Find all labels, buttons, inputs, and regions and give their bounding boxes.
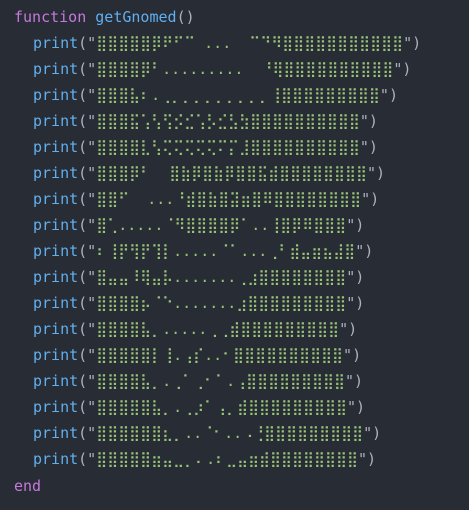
close-quote-paren: ") (343, 346, 362, 364)
open-paren-quote: (" (78, 138, 97, 156)
ascii-art-string: ⣿⣿⣿⡿⠃ ⣿⣷⡿⣿⣷⡿⣿⣿⣯⣾⣿⣿⣿⣿⣿⣿⣿⣿ (96, 164, 367, 182)
keyword-end: end (14, 477, 42, 495)
close-quote-paren: ") (346, 216, 365, 234)
print-call: print (33, 34, 79, 52)
ascii-art-string: ⣿⣤⣤⠸⢿⣤⡧.......⢀⣰⣿⣿⣿⣿⣿⣿⣿⣿ (96, 268, 347, 286)
close-quote-paren: ") (379, 86, 398, 104)
print-line: print("⣿⣿⣿⣿⣧⡀.⢀⠁⢀⠂⠁.⢠⣿⣿⣿⣿⣿⣿⣿⣿⣿") (33, 368, 363, 394)
print-call: print (33, 138, 79, 156)
print-call: print (33, 346, 79, 364)
print-line: print("⣿⣿⣿⣿⣿⣿⣆⡀..⠈⠂..⠠⢘⣿⣿⣿⣿⣿⣿⣿⣿⣿") (33, 420, 381, 446)
print-line: print("⣿⣿⣿⣿⡦⠈⠑.......⣰⣿⣿⣿⣿⣿⣿⣿⣿⣿") (33, 290, 364, 316)
open-paren-quote: (" (78, 216, 97, 234)
close-quote-paren: ") (359, 112, 378, 130)
print-line: print("⣿⣿⠋ ...⠘⣾⣿⣷⣿⣽⣶⣿⠿⣿⣿⣿⣿⣿⣿⣿⣿") (33, 186, 379, 212)
close-quote-paren: ") (346, 294, 365, 312)
parens: () (176, 8, 195, 26)
close-quote-paren: ") (346, 398, 366, 416)
open-paren-quote: (" (78, 60, 97, 78)
print-call: print (33, 190, 79, 208)
print-call: print (33, 268, 79, 286)
print-line: print("⣿⣿⣿⣿⣿⡇⢸.⢠⡎..⠂⣿⣿⣿⣿⣿⣿⣿⣿⣿⣿") (33, 342, 361, 368)
print-call: print (33, 164, 79, 182)
close-quote-paren: ") (361, 190, 380, 208)
ascii-art-string: ⣿⣿⣿⣿⣿⣿⣆⡀..⠈⠂..⠠⢘⣿⣿⣿⣿⣿⣿⣿⣿⣿ (96, 424, 364, 442)
print-call: print (33, 112, 79, 130)
end-line: end (14, 473, 41, 499)
print-line: print("⣿⣿⣿⣿⡿⠃......... ⠘⢿⣿⣿⣿⣿⣿⣿⣿⣿⣿⣿") (33, 56, 411, 82)
open-paren-quote: (" (78, 112, 97, 130)
print-call: print (33, 216, 79, 234)
ascii-art-string: ⣿⣿⣿⣿⡦⠈⠑.......⣰⣿⣿⣿⣿⣿⣿⣿⣿⣿ (96, 294, 347, 312)
print-call: print (33, 398, 79, 416)
close-quote-paren: ") (393, 60, 412, 78)
close-quote-paren: ") (359, 138, 378, 156)
ascii-art-string: ⣿⣿⣿⣿⣿⣶⣤⣀⡀⠄.⠆⣀⣤⣶⣾⣿⣿⣿⣿⣿⣿⣿⣿ (96, 450, 358, 468)
print-line: print("⣿⣿⣿⣿⣧⡀.....⢀⢀⣾⣿⣿⣿⣿⣿⣿⣿⣿⣿") (33, 316, 357, 342)
ascii-art-string: ⣿⢁.....⠈⠻⣿⣿⣿⣿⡿⠁..⢸⣿⡿⠿⣿⣿⣿ (96, 216, 347, 234)
ascii-art-string: ⣿⣿⣿⣿⣇⢣⢍⢍⢍⢍⢍⠍⡍⣸⣿⣿⣿⣿⣿⣿⣿⣿⣿⣿ (96, 138, 360, 156)
ascii-art-string: ⣿⣿⣿⣿⣧⡀.⢀⠁⢀⠂⠁.⢠⣿⣿⣿⣿⣿⣿⣿⣿⣿ (96, 372, 345, 390)
open-paren-quote: (" (78, 86, 97, 104)
print-line: print("⣿⣿⣿⣿⣿⣧⡀.⢀⡰⠁⢠⡀⣾⣿⣿⣿⣿⣿⣿⣿⣿⣿") (33, 394, 365, 420)
print-line: print("⣿⣿⣿⣯⢡⢣⢫⡪⣊⢡⡣⣊⣣⣳⣿⣿⣿⣿⣿⣿⣿⣿⣿⣿") (33, 108, 378, 134)
ascii-art-string: ⠆⢸⡟⢻⡟⢹⡇.....⠈⠁...⢀⠃⣾⣤⣶⣦⣼⣿ (96, 242, 356, 260)
close-quote-paren: ") (366, 164, 386, 182)
print-line: print("⣿⣿⣿⣿⣿⣶⣤⣀⡀⠄.⠆⣀⣤⣶⣾⣿⣿⣿⣿⣿⣿⣿⣿") (33, 446, 376, 472)
print-call: print (33, 320, 79, 338)
ascii-art-string: ⣿⣿⣿⣿⡿⠃......... ⠘⢿⣿⣿⣿⣿⣿⣿⣿⣿⣿⣿ (96, 60, 394, 78)
open-paren-quote: (" (78, 34, 97, 52)
close-quote-paren: ") (339, 320, 358, 338)
print-line: print("⣿⣿⣿⡿⠃ ⣿⣷⡿⣿⣷⡿⣿⣿⣯⣾⣿⣿⣿⣿⣿⣿⣿⣿") (33, 160, 385, 186)
keyword-function: function (14, 8, 87, 26)
ascii-art-string: ⣿⣿⣿⣿⣿⣧⡀.⢀⡰⠁⢠⡀⣾⣿⣿⣿⣿⣿⣿⣿⣿⣿ (96, 398, 347, 416)
ascii-art-string: ⣿⣿⣿⣿⣧⡀.....⢀⢀⣾⣿⣿⣿⣿⣿⣿⣿⣿⣿ (96, 320, 340, 338)
close-quote-paren: ") (355, 242, 374, 260)
print-call: print (33, 242, 79, 260)
open-paren-quote: (" (78, 294, 97, 312)
print-line: print("⣿⣿⣿⣿⣇⢣⢍⢍⢍⢍⢍⠍⡍⣸⣿⣿⣿⣿⣿⣿⣿⣿⣿⣿") (33, 134, 378, 160)
open-paren-quote: (" (78, 268, 97, 286)
print-call: print (33, 86, 79, 104)
print-call: print (33, 450, 79, 468)
ascii-art-string: ⣿⣿⣿⣧⠆.⢀⡀⡀⡀⡀⡀⡀⡀⡀⡀⢸⣿⣿⣿⣿⣿⣿⣿⣿⣿ (96, 86, 380, 104)
print-call: print (33, 60, 79, 78)
function-declaration: function getGnomed() (14, 4, 195, 30)
close-quote-paren: ") (345, 372, 364, 390)
code-editor[interactable]: function getGnomed() print("⣿⣿⣿⣿⣿⡿⠟⠋⠉ ..… (0, 0, 469, 510)
ascii-art-string: ⣿⣿⣿⣿⣿⡿⠟⠋⠉ ... ⠉⠙⠻⣿⣿⣿⣿⣿⣿⣿⣿⣿⣿⣿ (96, 34, 404, 52)
open-paren-quote: (" (78, 242, 97, 260)
ascii-art-string: ⣿⣿⣿⣿⣿⡇⢸.⢠⡎..⠂⣿⣿⣿⣿⣿⣿⣿⣿⣿⣿ (96, 346, 344, 364)
print-call: print (33, 294, 79, 312)
close-quote-paren: ") (403, 34, 422, 52)
print-call: print (33, 424, 79, 442)
open-paren-quote: (" (78, 320, 97, 338)
print-line: print("⠆⢸⡟⢻⡟⢹⡇.....⠈⠁...⢀⠃⣾⣤⣶⣦⣼⣿") (33, 238, 373, 264)
open-paren-quote: (" (78, 346, 97, 364)
open-paren-quote: (" (78, 164, 97, 182)
print-call: print (33, 372, 79, 390)
ascii-art-string: ⣿⣿⠋ ...⠘⣾⣿⣷⣿⣽⣶⣿⠿⣿⣿⣿⣿⣿⣿⣿⣿ (96, 190, 362, 208)
open-paren-quote: (" (78, 450, 97, 468)
open-paren-quote: (" (78, 372, 97, 390)
print-line: print("⣿⣤⣤⠸⢿⣤⡧.......⢀⣰⣿⣿⣿⣿⣿⣿⣿⣿") (33, 264, 364, 290)
open-paren-quote: (" (78, 424, 97, 442)
open-paren-quote: (" (78, 190, 97, 208)
close-quote-paren: ") (363, 424, 382, 442)
function-name: getGnomed (95, 8, 177, 26)
close-quote-paren: ") (346, 268, 365, 286)
close-quote-paren: ") (357, 450, 376, 468)
open-paren-quote: (" (78, 398, 97, 416)
print-line: print("⣿⣿⣿⣧⠆.⢀⡀⡀⡀⡀⡀⡀⡀⡀⡀⢸⣿⣿⣿⣿⣿⣿⣿⣿⣿") (33, 82, 398, 108)
ascii-art-string: ⣿⣿⣿⣯⢡⢣⢫⡪⣊⢡⡣⣊⣣⣳⣿⣿⣿⣿⣿⣿⣿⣿⣿⣿ (96, 112, 360, 130)
print-line: print("⣿⣿⣿⣿⣿⡿⠟⠋⠉ ... ⠉⠙⠻⣿⣿⣿⣿⣿⣿⣿⣿⣿⣿⣿") (33, 30, 421, 56)
print-line: print("⣿⢁.....⠈⠻⣿⣿⣿⣿⡿⠁..⢸⣿⡿⠿⣿⣿⣿") (33, 212, 364, 238)
